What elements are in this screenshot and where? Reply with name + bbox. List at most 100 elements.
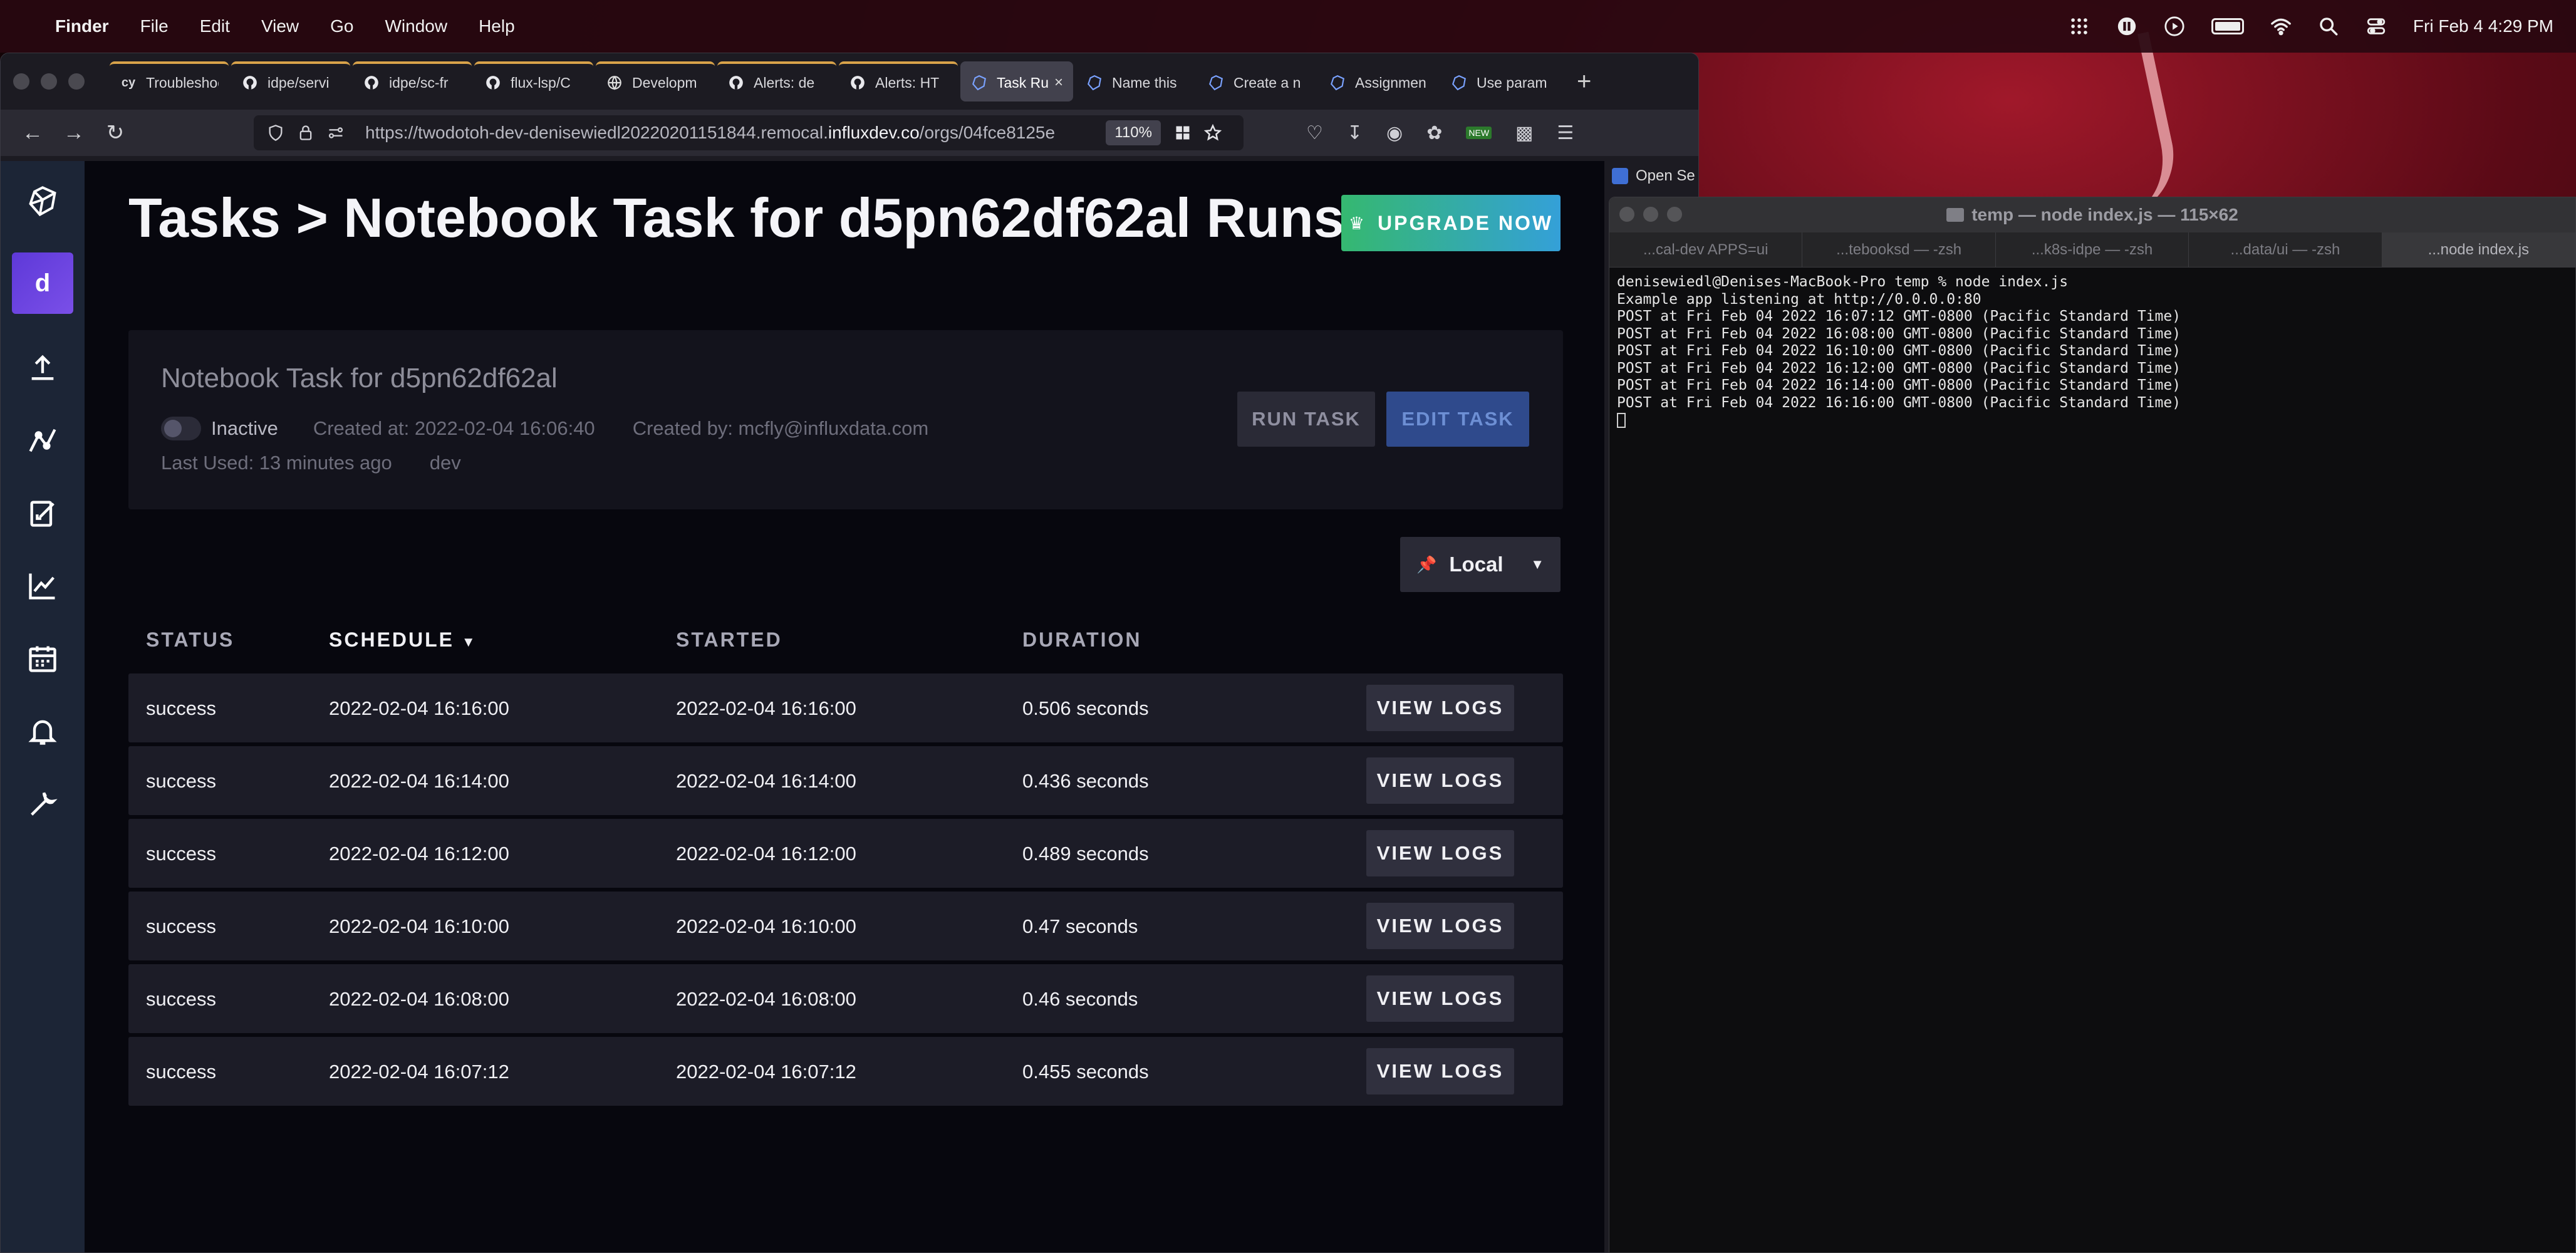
view-logs-button[interactable]: VIEW LOGS bbox=[1366, 1048, 1514, 1094]
cell-started: 2022-02-04 16:14:00 bbox=[676, 770, 856, 792]
browser-tab[interactable]: Alerts: de bbox=[717, 61, 836, 101]
close-tab-icon[interactable]: × bbox=[1054, 74, 1063, 91]
browser-tab[interactable]: cy Troubleshoot bbox=[110, 61, 229, 101]
browser-tab[interactable]: Create a n bbox=[1197, 61, 1316, 101]
upload-icon[interactable] bbox=[24, 349, 61, 387]
account-icon[interactable]: ◉ bbox=[1386, 122, 1403, 144]
browser-tab-label: flux-lsp/C bbox=[511, 74, 571, 91]
terminal-close-button[interactable] bbox=[1619, 207, 1634, 222]
shield-icon[interactable] bbox=[265, 122, 286, 143]
menubar-clock[interactable]: Fri Feb 4 4:29 PM bbox=[2413, 16, 2553, 36]
terminal-tab[interactable]: ...cal-dev APPS=ui bbox=[1609, 232, 1803, 267]
reload-button[interactable]: ↻ bbox=[100, 117, 131, 148]
url-text[interactable]: https://twodotoh-dev-denisewiedl20220201… bbox=[365, 123, 1106, 143]
zoom-window-button[interactable] bbox=[68, 73, 85, 90]
pause-circle-icon[interactable] bbox=[2116, 16, 2137, 37]
menu-file[interactable]: File bbox=[140, 16, 169, 36]
terminal-zoom-button[interactable] bbox=[1667, 207, 1682, 222]
terminal-title-bar: temp — node index.js — 115×62 bbox=[1609, 197, 2575, 232]
notebook-icon[interactable] bbox=[24, 494, 61, 532]
browser-tab[interactable]: Task Ru × bbox=[960, 61, 1073, 101]
view-logs-button[interactable]: VIEW LOGS bbox=[1366, 975, 1514, 1022]
wifi-icon[interactable] bbox=[2270, 16, 2292, 37]
chevron-down-icon: ▼ bbox=[1530, 556, 1544, 572]
spotlight-search-icon[interactable] bbox=[2318, 16, 2339, 37]
address-bar[interactable]: https://twodotoh-dev-denisewiedl20220201… bbox=[254, 115, 1244, 150]
column-status[interactable]: STATUS bbox=[146, 628, 234, 652]
runs-table-body: success 2022-02-04 16:16:00 2022-02-04 16:… bbox=[128, 673, 1563, 1110]
terminal-tab[interactable]: ...tebooksd — -zsh bbox=[1802, 232, 1996, 267]
play-circle-icon[interactable] bbox=[2164, 16, 2185, 37]
timezone-dropdown[interactable]: 📌 Local ▼ bbox=[1400, 537, 1561, 592]
terminal-line: POST at Fri Feb 04 2022 16:07:12 GMT-080… bbox=[1617, 308, 2181, 325]
timezone-label: Local bbox=[1449, 553, 1504, 576]
menu-edit[interactable]: Edit bbox=[200, 16, 230, 36]
upgrade-now-button[interactable]: ♛ UPGRADE NOW bbox=[1341, 195, 1561, 251]
column-schedule[interactable]: SCHEDULE ▼ bbox=[329, 628, 477, 652]
table-row: success 2022-02-04 16:16:00 2022-02-04 16:… bbox=[128, 673, 1563, 742]
task-active-toggle[interactable] bbox=[161, 417, 201, 440]
navigation-toolbar: ← → ↻ https://twodotoh-dev-denisewiedl20… bbox=[1, 110, 1698, 156]
cell-duration: 0.455 seconds bbox=[1022, 1061, 1149, 1083]
column-duration[interactable]: DURATION bbox=[1022, 628, 1142, 652]
browser-tab[interactable]: flux-lsp/C bbox=[474, 61, 593, 101]
terminal-tab[interactable]: ...k8s-idpe — -zsh bbox=[1996, 232, 2189, 267]
menu-go[interactable]: Go bbox=[330, 16, 353, 36]
browser-tab[interactable]: idpe/servi bbox=[231, 61, 350, 101]
hamburger-menu-icon[interactable]: ☰ bbox=[1557, 122, 1574, 144]
lock-icon[interactable] bbox=[295, 122, 316, 143]
new-tab-button[interactable]: + bbox=[1577, 68, 1591, 96]
grid-icon[interactable] bbox=[2069, 16, 2090, 37]
view-logs-button[interactable]: VIEW LOGS bbox=[1366, 757, 1514, 804]
menu-view[interactable]: View bbox=[261, 16, 299, 36]
tasks-calendar-icon[interactable] bbox=[24, 640, 61, 677]
influx-logo-icon[interactable] bbox=[24, 182, 61, 220]
browser-tab[interactable]: Developm bbox=[596, 61, 715, 101]
close-window-button[interactable] bbox=[13, 73, 29, 90]
alerts-bell-icon[interactable] bbox=[24, 712, 61, 750]
reader-grid-icon[interactable] bbox=[1172, 122, 1193, 143]
terminal-tab[interactable]: ...data/ui — -zsh bbox=[2189, 232, 2382, 267]
container-icon[interactable]: ▩ bbox=[1515, 122, 1533, 144]
downloads-icon[interactable]: ↧ bbox=[1347, 122, 1363, 144]
column-started[interactable]: STARTED bbox=[676, 628, 782, 652]
view-logs-button[interactable]: VIEW LOGS bbox=[1366, 903, 1514, 949]
extension-icon[interactable]: ✿ bbox=[1426, 122, 1442, 144]
bookmark-star-icon[interactable] bbox=[1202, 122, 1223, 143]
pocket-icon[interactable]: ♡ bbox=[1306, 122, 1323, 144]
browser-tab[interactable]: Alerts: HT bbox=[839, 61, 958, 101]
dashboards-icon[interactable] bbox=[24, 567, 61, 605]
run-task-button[interactable]: RUN TASK bbox=[1237, 392, 1375, 447]
terminal-tab[interactable]: ...node index.js bbox=[2382, 232, 2575, 267]
permissions-icon[interactable] bbox=[325, 122, 346, 143]
github-icon bbox=[849, 74, 866, 91]
browser-tab[interactable]: idpe/sc-fr bbox=[353, 61, 472, 101]
menu-app-name[interactable]: Finder bbox=[55, 16, 109, 36]
zoom-level[interactable]: 110% bbox=[1106, 120, 1161, 145]
minimize-window-button[interactable] bbox=[41, 73, 57, 90]
control-center-icon[interactable] bbox=[2366, 16, 2387, 37]
view-logs-button[interactable]: VIEW LOGS bbox=[1366, 830, 1514, 876]
org-avatar[interactable]: d bbox=[12, 252, 73, 314]
forward-button[interactable]: → bbox=[58, 117, 90, 148]
menu-window[interactable]: Window bbox=[385, 16, 447, 36]
browser-tab[interactable]: Name this bbox=[1076, 61, 1195, 101]
globe-icon bbox=[606, 74, 623, 91]
folder-icon bbox=[1946, 208, 1965, 222]
table-row: success 2022-02-04 16:07:12 2022-02-04 16:… bbox=[128, 1037, 1563, 1106]
browser-tab[interactable]: Use param bbox=[1440, 61, 1559, 101]
new-extension-badge[interactable]: NEW bbox=[1466, 127, 1492, 139]
battery-icon[interactable] bbox=[2211, 18, 2244, 34]
terminal-output[interactable]: denisewiedl@Denises-MacBook-Pro temp % n… bbox=[1609, 268, 2575, 435]
terminal-line: POST at Fri Feb 04 2022 16:10:00 GMT-080… bbox=[1617, 343, 2181, 359]
back-button[interactable]: ← bbox=[17, 117, 48, 148]
view-logs-button[interactable]: VIEW LOGS bbox=[1366, 685, 1514, 731]
edit-task-button[interactable]: EDIT TASK bbox=[1386, 392, 1529, 447]
terminal-minimize-button[interactable] bbox=[1643, 207, 1658, 222]
settings-wrench-icon[interactable] bbox=[24, 785, 61, 823]
cell-duration: 0.46 seconds bbox=[1022, 988, 1138, 1010]
data-explorer-icon[interactable] bbox=[24, 422, 61, 459]
menu-help[interactable]: Help bbox=[479, 16, 515, 36]
browser-tab[interactable]: Assignmen bbox=[1319, 61, 1438, 101]
bookmark-open-se[interactable]: Open Se bbox=[1612, 167, 1695, 185]
